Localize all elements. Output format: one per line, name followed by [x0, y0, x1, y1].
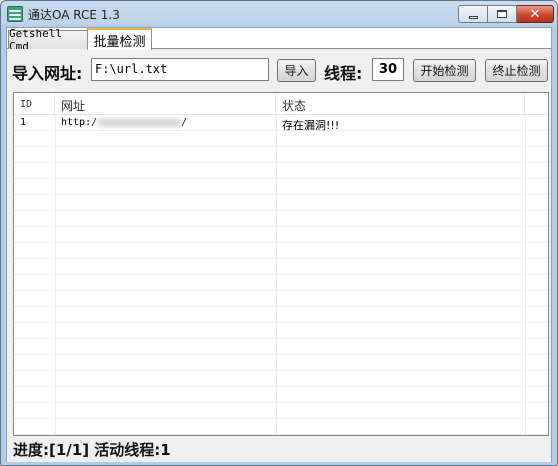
- maximize-icon: [497, 10, 507, 18]
- tab-strip: Getshell Cmd 批量检测: [7, 27, 551, 53]
- start-detect-button[interactable]: 开始检测: [413, 59, 476, 82]
- title-bar[interactable]: 通达OA RCE 1.3 ✕: [1, 1, 557, 27]
- url-file-path-input[interactable]: F:\url.txt: [91, 58, 269, 81]
- column-header-status[interactable]: 状态: [276, 93, 525, 115]
- cell-url: http:/ /: [55, 115, 276, 131]
- app-icon: [7, 6, 23, 22]
- cell-id: 1: [20, 117, 27, 128]
- empty-row: [14, 339, 548, 355]
- url-prefix: http:/: [61, 117, 98, 128]
- empty-row: [14, 259, 548, 275]
- empty-row: [14, 131, 548, 147]
- empty-row: [14, 227, 548, 243]
- progress-status: 进度:[1/1] 活动线程:1: [13, 441, 171, 459]
- empty-row: [14, 371, 548, 387]
- empty-row: [14, 387, 548, 403]
- close-icon: ✕: [529, 6, 541, 22]
- empty-row: [14, 323, 548, 339]
- empty-row: [14, 307, 548, 323]
- column-header-url[interactable]: 网址: [55, 93, 276, 115]
- url-suffix: /: [181, 117, 188, 128]
- threads-label: 线程:: [324, 64, 363, 83]
- redacted-host: [97, 117, 182, 127]
- results-grid[interactable]: ID 网址 状态 1 http:/ / 存在漏洞!!!: [13, 92, 549, 436]
- empty-row: [14, 147, 548, 163]
- minimize-icon: [468, 15, 478, 19]
- stop-detect-button[interactable]: 终止检测: [485, 59, 548, 82]
- empty-row: [14, 163, 548, 179]
- empty-row: [14, 403, 548, 419]
- empty-row: [14, 291, 548, 307]
- batch-detect-panel: 导入网址: F:\url.txt 导入 线程: 30 开始检测 终止检测 ID …: [7, 49, 551, 462]
- empty-row: [14, 195, 548, 211]
- cell-status: 存在漏洞!!!: [282, 119, 340, 132]
- maximize-button[interactable]: [488, 5, 517, 23]
- window-title: 通达OA RCE 1.3: [28, 8, 120, 22]
- empty-row: [14, 211, 548, 227]
- client-area: Getshell Cmd 批量检测 导入网址: F:\url.txt 导入 线程…: [6, 27, 552, 462]
- empty-row: [14, 243, 548, 259]
- import-button[interactable]: 导入: [277, 59, 316, 82]
- empty-row: [14, 419, 548, 435]
- minimize-button[interactable]: [458, 5, 488, 23]
- empty-row: [14, 355, 548, 371]
- threads-input[interactable]: 30: [372, 58, 404, 81]
- grid-header: ID 网址 状态: [14, 93, 548, 115]
- column-header-id[interactable]: ID: [14, 93, 55, 115]
- tab-getshell-cmd[interactable]: Getshell Cmd: [8, 27, 88, 53]
- column-header-filler: [525, 93, 548, 115]
- import-url-label: 导入网址:: [12, 64, 83, 83]
- app-window: 通达OA RCE 1.3 ✕ Getshell Cmd 批量检测 导入网址: F…: [0, 0, 558, 466]
- empty-row: [14, 179, 548, 195]
- grid-rows: 1 http:/ / 存在漏洞!!!: [14, 115, 548, 435]
- table-row[interactable]: 1 http:/ / 存在漏洞!!!: [14, 115, 548, 132]
- empty-row: [14, 275, 548, 291]
- close-button[interactable]: ✕: [517, 5, 554, 23]
- tab-batch-detect[interactable]: 批量检测: [87, 28, 152, 50]
